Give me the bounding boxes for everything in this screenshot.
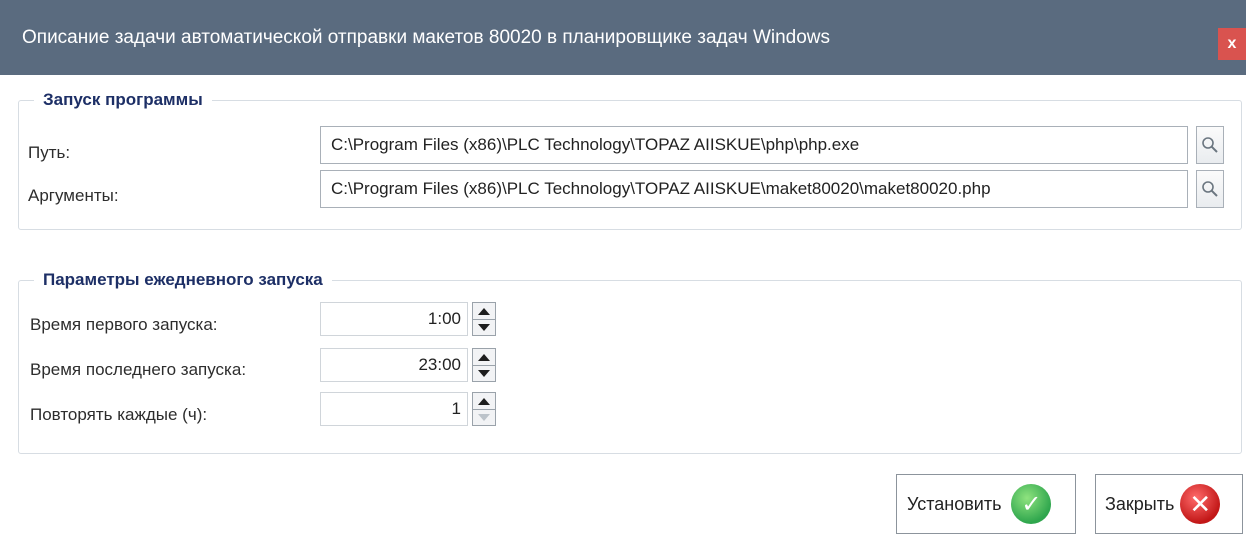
repeat-increment-button[interactable]	[473, 393, 495, 410]
cancel-icon: ✕	[1180, 484, 1221, 524]
first-run-label: Время первого запуска:	[30, 315, 218, 334]
repeat-decrement-button[interactable]	[473, 409, 495, 425]
last-run-decrement-button[interactable]	[473, 365, 495, 381]
repeat-input[interactable]: 1	[320, 392, 468, 426]
args-browse-button[interactable]	[1196, 170, 1224, 208]
path-label: Путь:	[28, 143, 71, 162]
last-run-spinner	[472, 348, 496, 382]
first-run-spinner	[472, 302, 496, 336]
first-run-decrement-button[interactable]	[473, 319, 495, 335]
schedule-group-title: Параметры ежедневного запуска	[34, 270, 332, 290]
first-run-increment-button[interactable]	[473, 303, 495, 320]
close-button-label: Закрыть	[1105, 493, 1175, 514]
check-icon: ✓	[1011, 484, 1052, 524]
program-group-title: Запуск программы	[34, 90, 212, 110]
last-run-increment-button[interactable]	[473, 349, 495, 366]
magnifier-icon	[1202, 137, 1218, 153]
install-button-label: Установить	[907, 493, 1002, 514]
close-button[interactable]: Закрыть ✕	[1095, 474, 1243, 534]
window-titlebar: Описание задачи автоматической отправки …	[0, 0, 1246, 75]
args-input[interactable]: C:\Program Files (x86)\PLC Technology\TO…	[320, 170, 1188, 208]
close-window-button[interactable]: x	[1218, 28, 1246, 60]
path-input[interactable]: C:\Program Files (x86)\PLC Technology\TO…	[320, 126, 1188, 164]
program-group	[18, 100, 1242, 230]
path-browse-button[interactable]	[1196, 126, 1224, 164]
repeat-spinner	[472, 392, 496, 426]
install-button[interactable]: Установить ✓	[896, 474, 1076, 534]
first-run-input[interactable]: 1:00	[320, 302, 468, 336]
last-run-input[interactable]: 23:00	[320, 348, 468, 382]
args-label: Аргументы:	[28, 186, 119, 205]
repeat-label: Повторять каждые (ч):	[30, 405, 208, 424]
magnifier-icon	[1202, 181, 1218, 197]
last-run-label: Время последнего запуска:	[30, 360, 247, 379]
window-title: Описание задачи автоматической отправки …	[22, 27, 831, 48]
